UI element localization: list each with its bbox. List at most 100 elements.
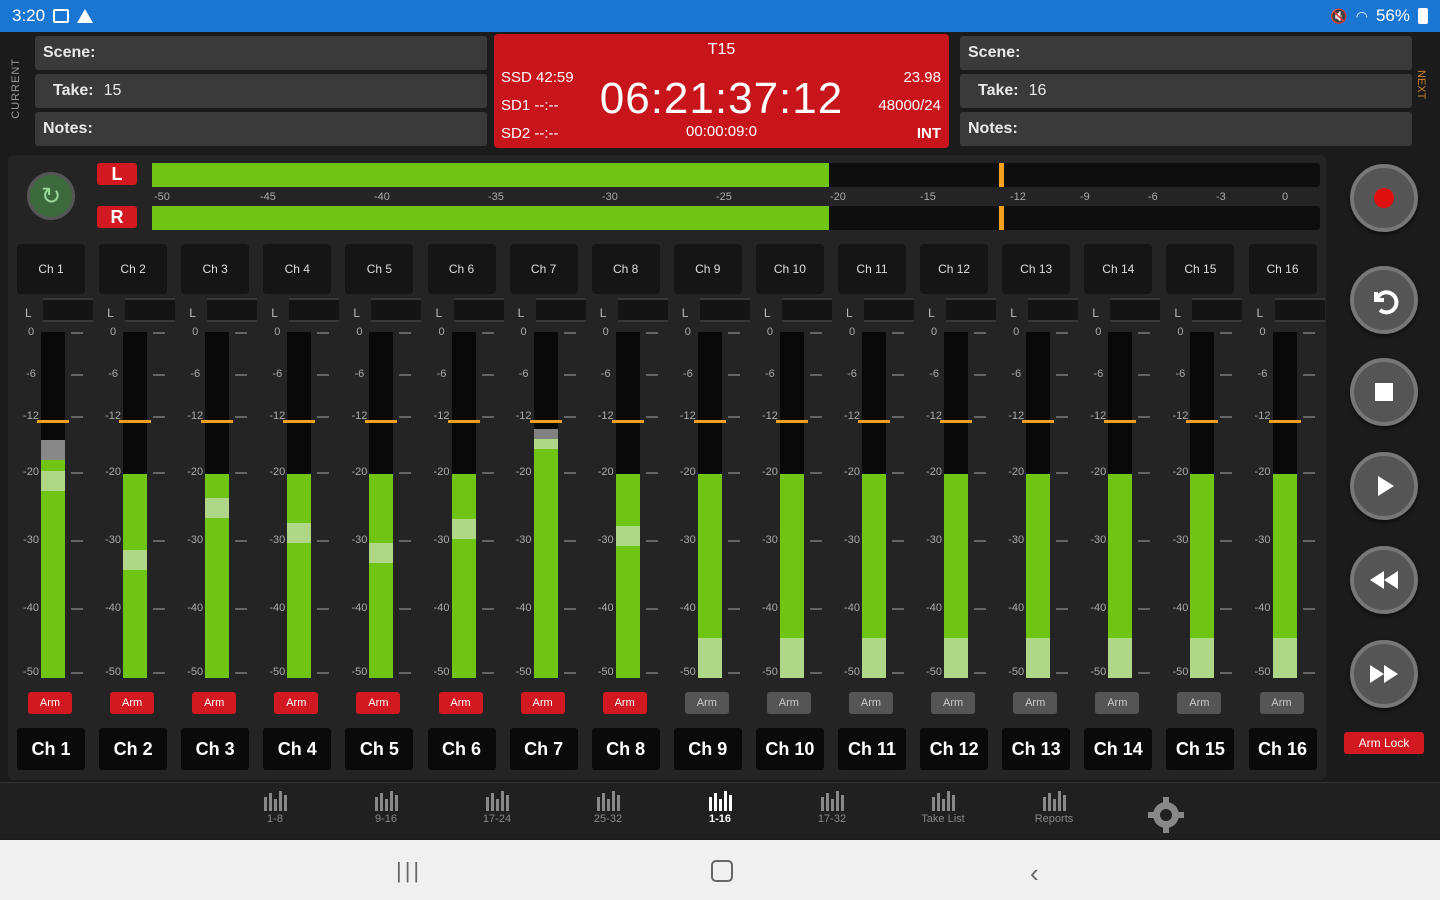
fader-handle[interactable] [944,638,969,678]
channel-name[interactable]: Ch 16 [1248,728,1317,770]
pan-meter[interactable] [207,298,258,322]
nav-item-17-32[interactable]: 17-32 [792,789,872,825]
pan-meter[interactable] [453,298,504,322]
channel-fader-track[interactable] [615,332,640,678]
fader-handle[interactable] [41,470,65,491]
channel-name[interactable]: Ch 10 [755,728,824,770]
channel-name[interactable]: Ch 9 [673,728,742,770]
channel-fader-track[interactable] [123,332,148,678]
fader-handle[interactable] [615,526,640,547]
arm-button[interactable]: Arm [684,692,729,714]
fader-handle[interactable] [1190,638,1215,678]
channel-select-button[interactable]: Ch 6 [427,244,496,294]
channel-fader-track[interactable] [1108,332,1133,678]
pan-meter[interactable] [617,298,668,322]
arm-button[interactable]: Arm [1177,692,1222,714]
channel-fader-track[interactable] [1190,332,1215,678]
nav-item-1-8[interactable]: 1-8 [235,789,315,825]
pan-meter[interactable] [946,298,997,322]
channel-name[interactable]: Ch 11 [838,728,906,770]
nav-item-1-16[interactable]: 1-16 [680,789,760,825]
next-scene-field[interactable]: Scene: [960,36,1412,70]
pan-meter[interactable] [371,298,422,322]
current-take-field[interactable]: Take: 15 [35,74,487,108]
arm-button[interactable]: Arm [931,692,976,714]
pan-meter[interactable] [699,298,750,322]
record-button[interactable] [1350,164,1418,232]
channel-name[interactable]: Ch 2 [99,728,168,770]
channel-fader-track[interactable] [944,332,969,678]
arm-button[interactable]: Arm [602,692,647,714]
stop-button[interactable] [1350,358,1418,426]
pan-meter[interactable] [1192,298,1243,322]
pan-meter[interactable] [125,298,176,322]
channel-select-button[interactable]: Ch 8 [591,244,660,294]
channel-name[interactable]: Ch 4 [263,728,332,770]
arm-button[interactable]: Arm [110,692,155,714]
fast-forward-button[interactable] [1350,640,1418,708]
arm-lock-button[interactable]: Arm Lock [1344,732,1424,754]
recent-apps-icon[interactable]: ||| [396,858,422,884]
sync-logo-icon[interactable]: ↻ [27,172,75,220]
channel-select-button[interactable]: Ch 15 [1166,244,1235,294]
arm-button[interactable]: Arm [849,692,893,714]
pan-meter[interactable] [289,298,340,322]
channel-fader-track[interactable] [369,332,394,678]
channel-fader-track[interactable] [41,332,65,678]
channel-select-button[interactable]: Ch 3 [181,244,250,294]
channel-name[interactable]: Ch 5 [345,728,414,770]
arm-button[interactable]: Arm [1259,692,1304,714]
arm-button[interactable]: Arm [438,692,483,714]
pan-meter[interactable] [535,298,586,322]
channel-name[interactable]: Ch 7 [509,728,578,770]
channel-select-button[interactable]: Ch 5 [345,244,414,294]
next-take-field[interactable]: Take: 16 [960,74,1412,108]
channel-select-button[interactable]: Ch 16 [1248,244,1317,294]
fader-handle[interactable] [451,519,476,540]
fader-handle[interactable] [862,638,886,678]
fader-handle[interactable] [205,498,230,519]
arm-button[interactable]: Arm [1013,692,1058,714]
channel-select-button[interactable]: Ch 10 [755,244,824,294]
arm-button[interactable]: Arm [274,692,319,714]
fader-handle[interactable] [287,522,312,543]
fader-handle[interactable] [369,543,394,564]
play-button[interactable] [1350,452,1418,520]
arm-button[interactable]: Arm [1095,692,1140,714]
channel-select-button[interactable]: Ch 12 [920,244,989,294]
nav-item-17-24[interactable]: 17-24 [457,789,537,825]
channel-fader-track[interactable] [697,332,722,678]
fader-handle[interactable] [779,638,804,678]
fader-handle[interactable] [1108,638,1133,678]
rewind-button[interactable] [1350,546,1418,614]
channel-select-button[interactable]: Ch 2 [99,244,168,294]
nav-item-9-16[interactable]: 9-16 [346,789,426,825]
nav-item-25-32[interactable]: 25-32 [568,789,648,825]
pan-meter[interactable] [864,298,914,322]
fader-handle[interactable] [697,638,722,678]
pan-meter[interactable] [1028,298,1079,322]
back-icon[interactable]: ‹ [1030,858,1039,889]
channel-fader-track[interactable] [287,332,312,678]
channel-select-button[interactable]: Ch 13 [1002,244,1071,294]
channel-fader-track[interactable] [451,332,476,678]
pan-meter[interactable] [43,298,93,322]
timecode-display[interactable]: T15 06:21:37:12 SSD 42:59 SD1 --:-- SD2 … [494,34,949,148]
fader-handle[interactable] [533,429,558,450]
pan-meter[interactable] [1274,298,1325,322]
settings-gear-icon[interactable] [1146,795,1186,840]
channel-name[interactable]: Ch 3 [181,728,250,770]
channel-fader-track[interactable] [862,332,886,678]
arm-button[interactable]: Arm [28,692,72,714]
channel-name[interactable]: Ch 15 [1166,728,1235,770]
channel-select-button[interactable]: Ch 1 [17,244,85,294]
pan-meter[interactable] [781,298,832,322]
arm-button[interactable]: Arm [766,692,811,714]
channel-name[interactable]: Ch 8 [591,728,660,770]
channel-select-button[interactable]: Ch 7 [509,244,578,294]
channel-fader-track[interactable] [779,332,804,678]
channel-select-button[interactable]: Ch 11 [838,244,906,294]
nav-item-reports[interactable]: Reports [1014,789,1094,825]
channel-fader-track[interactable] [1026,332,1051,678]
arm-button[interactable]: Arm [192,692,237,714]
